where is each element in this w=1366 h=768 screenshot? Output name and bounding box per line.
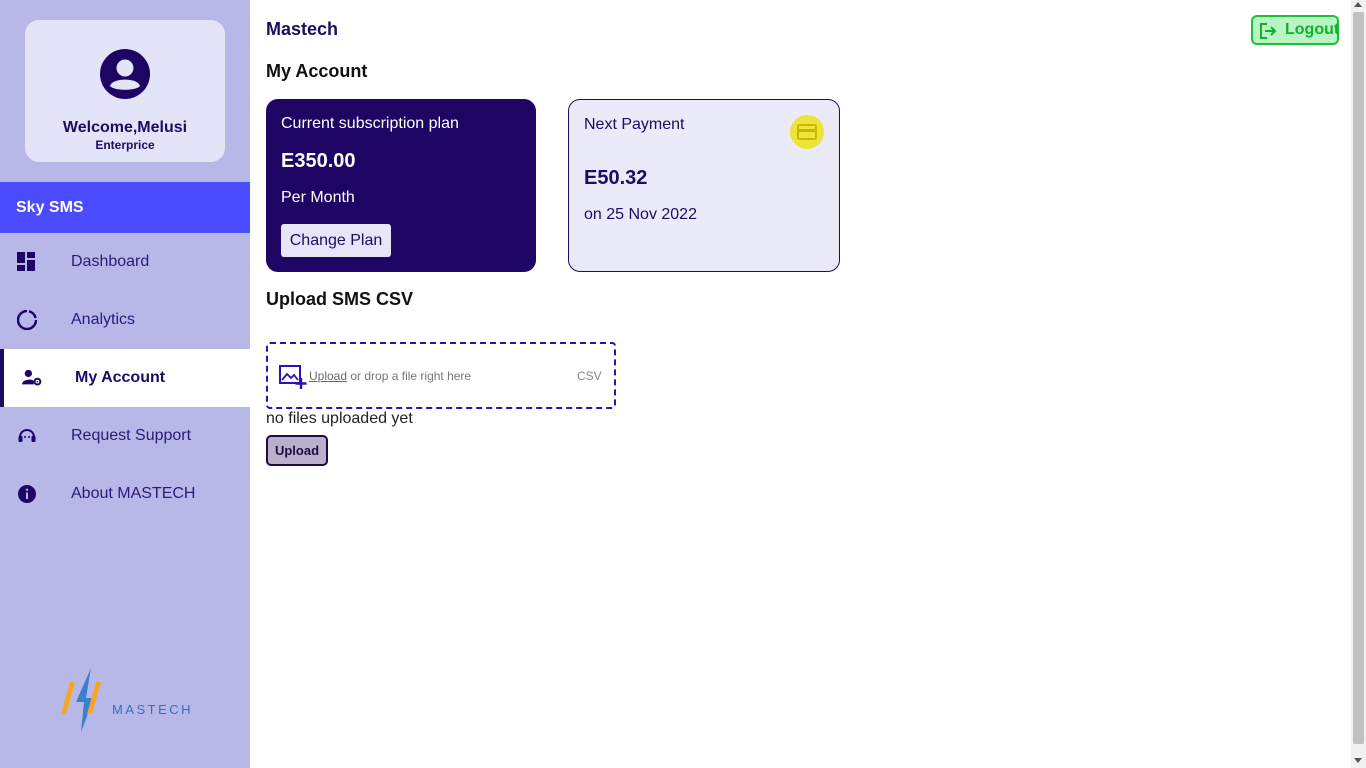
next-payment-card: Next Payment E50.32 on 25 Nov 2022 — [568, 99, 840, 272]
dashboard-icon — [17, 252, 35, 271]
logout-button[interactable]: Logout — [1251, 15, 1339, 45]
sidebar: Welcome,Melusi Enterprice Sky SMS Dashbo… — [0, 0, 250, 768]
plan-label: Current subscription plan — [281, 115, 459, 132]
logout-icon — [1260, 23, 1277, 39]
brand-bar: Sky SMS — [0, 182, 250, 233]
scroll-up-arrow-icon[interactable] — [1354, 2, 1362, 7]
sidebar-item-label: Request Support — [71, 427, 192, 444]
plan-amount: E350.00 — [281, 150, 356, 172]
payment-amount: E50.32 — [584, 167, 648, 189]
plan-period: Per Month — [281, 189, 355, 206]
sidebar-item-label: About MASTECH — [71, 485, 196, 502]
sidebar-item-analytics[interactable]: Analytics — [0, 291, 250, 349]
dropzone-text: Upload or drop a file right here — [309, 369, 471, 383]
analytics-icon — [17, 310, 37, 330]
mastech-logo: MASTECH — [61, 668, 190, 732]
page-title: My Account — [266, 61, 368, 81]
upload-status: no files uploaded yet — [266, 410, 413, 427]
sidebar-item-about[interactable]: About MASTECH — [0, 465, 250, 523]
svg-text:MASTECH: MASTECH — [112, 702, 190, 717]
profile-card: Welcome,Melusi Enterprice — [25, 20, 225, 162]
add-image-icon — [279, 365, 307, 389]
logout-label: Logout — [1285, 21, 1340, 38]
sidebar-item-my-account[interactable]: My Account — [0, 349, 250, 407]
upload-button[interactable]: Upload — [266, 435, 328, 466]
account-settings-icon — [22, 369, 42, 386]
scroll-down-arrow-icon[interactable] — [1354, 758, 1362, 763]
user-avatar-icon — [100, 49, 150, 99]
upload-link[interactable]: Upload — [309, 369, 347, 383]
sidebar-item-dashboard[interactable]: Dashboard — [0, 233, 250, 291]
sidebar-item-label: Analytics — [71, 311, 136, 328]
file-type-label: CSV — [577, 369, 602, 383]
subscription-plan-card: Current subscription plan E350.00 Per Mo… — [266, 99, 536, 272]
scrollbar-thumb[interactable] — [1353, 12, 1364, 744]
drop-hint: or drop a file right here — [347, 369, 472, 383]
support-headset-icon — [18, 429, 36, 442]
credit-card-icon — [797, 124, 817, 140]
sidebar-item-label: Dashboard — [71, 253, 150, 270]
welcome-text: Welcome,Melusi — [62, 119, 188, 136]
vertical-scrollbar[interactable] — [1351, 0, 1366, 768]
upload-section-title: Upload SMS CSV — [266, 289, 414, 309]
sidebar-item-request-support[interactable]: Request Support — [0, 407, 250, 465]
credit-card-badge — [790, 115, 824, 149]
change-plan-button[interactable]: Change Plan — [281, 224, 391, 257]
file-dropzone[interactable]: Upload or drop a file right here CSV — [266, 342, 616, 409]
account-tier: Enterprice — [95, 138, 155, 152]
payment-date: on 25 Nov 2022 — [584, 206, 697, 223]
sidebar-item-label: My Account — [75, 369, 166, 386]
info-icon — [18, 485, 36, 503]
payment-label: Next Payment — [584, 116, 685, 133]
app-title: Mastech — [266, 19, 339, 39]
